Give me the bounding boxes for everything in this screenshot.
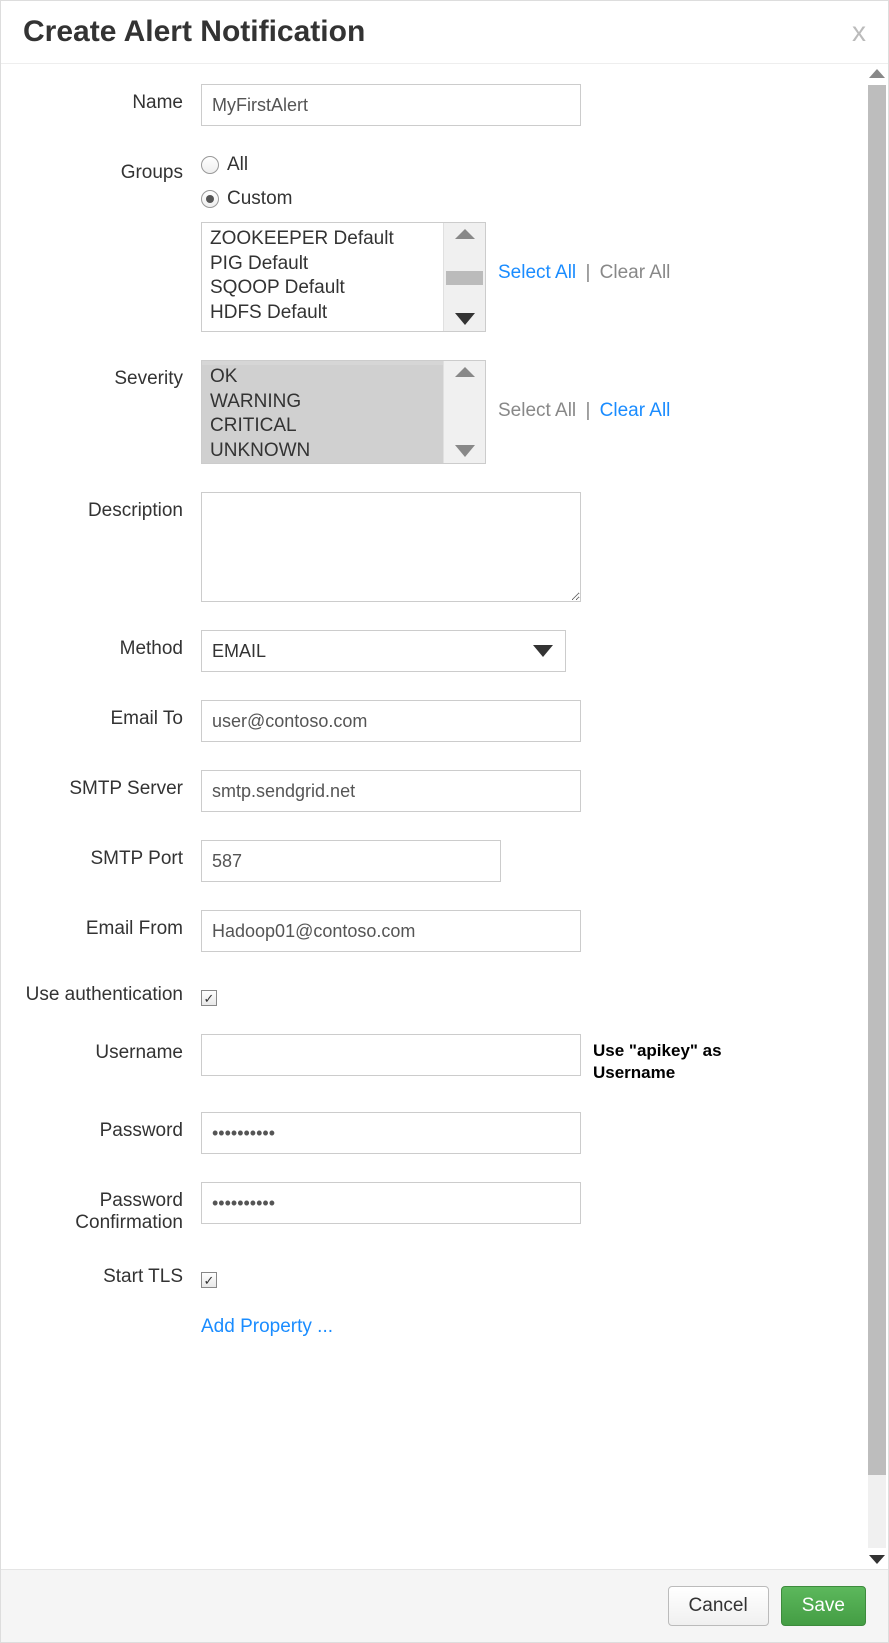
severity-clear-all-link[interactable]: Clear All bbox=[600, 400, 671, 421]
row-use-auth: Use authentication bbox=[11, 980, 848, 1006]
email-from-input[interactable] bbox=[201, 910, 581, 952]
label-smtp-server: SMTP Server bbox=[11, 770, 201, 800]
label-password-confirm: Password Confirmation bbox=[11, 1182, 201, 1234]
scroll-track[interactable] bbox=[868, 85, 886, 1548]
label-description: Description bbox=[11, 492, 201, 522]
row-smtp-server: SMTP Server bbox=[11, 770, 848, 812]
label-use-auth: Use authentication bbox=[11, 980, 201, 1006]
list-item[interactable]: HDFS Default bbox=[210, 301, 435, 326]
password-input[interactable] bbox=[201, 1112, 581, 1154]
radio-all-label: All bbox=[227, 154, 248, 176]
list-item[interactable]: SQOOP Default bbox=[210, 276, 435, 301]
dialog-footer: Cancel Save bbox=[1, 1569, 888, 1642]
method-select[interactable]: EMAIL bbox=[201, 630, 566, 672]
label-password: Password bbox=[11, 1112, 201, 1142]
label-username: Username bbox=[11, 1034, 201, 1064]
groups-scrollbar[interactable] bbox=[443, 223, 485, 331]
row-smtp-port: SMTP Port bbox=[11, 840, 848, 882]
row-password: Password bbox=[11, 1112, 848, 1154]
list-item[interactable]: UNKNOWN bbox=[202, 439, 443, 463]
label-severity: Severity bbox=[11, 360, 201, 390]
severity-listbox[interactable]: OK WARNING CRITICAL UNKNOWN bbox=[201, 360, 486, 464]
email-to-input[interactable] bbox=[201, 700, 581, 742]
label-method: Method bbox=[11, 630, 201, 660]
username-hint: Use "apikey" as Username bbox=[593, 1034, 773, 1084]
row-name: Name bbox=[11, 84, 848, 126]
groups-clear-all-link[interactable]: Clear All bbox=[600, 262, 671, 283]
list-item[interactable]: WARNING bbox=[202, 390, 443, 415]
label-groups: Groups bbox=[11, 154, 201, 184]
dialog-header: Create Alert Notification x bbox=[1, 1, 888, 64]
severity-select-all-link[interactable]: Select All bbox=[498, 400, 576, 421]
groups-bulk-links: Select All | Clear All bbox=[498, 222, 670, 284]
chevron-up-icon[interactable] bbox=[455, 229, 475, 239]
dialog-body-wrap: Name Groups All Custom bbox=[1, 64, 888, 1569]
groups-radio-all[interactable]: All bbox=[201, 154, 248, 176]
row-groups: Groups All Custom ZOOKEEPER Default bbox=[11, 154, 848, 332]
username-input[interactable] bbox=[201, 1034, 581, 1076]
severity-bulk-links: Select All | Clear All bbox=[498, 360, 670, 422]
label-email-to: Email To bbox=[11, 700, 201, 730]
row-email-from: Email From bbox=[11, 910, 848, 952]
name-input[interactable] bbox=[201, 84, 581, 126]
save-button[interactable]: Save bbox=[781, 1586, 866, 1626]
severity-scrollbar[interactable] bbox=[443, 361, 485, 463]
radio-icon bbox=[201, 190, 219, 208]
chevron-down-icon[interactable] bbox=[455, 313, 475, 325]
label-smtp-port: SMTP Port bbox=[11, 840, 201, 870]
list-item[interactable]: PIG Default bbox=[210, 252, 435, 277]
method-value: EMAIL bbox=[212, 641, 266, 662]
chevron-down-icon[interactable] bbox=[455, 445, 475, 457]
chevron-down-icon[interactable] bbox=[869, 1555, 885, 1564]
scroll-thumb[interactable] bbox=[868, 85, 886, 1475]
list-item[interactable]: OK bbox=[202, 365, 443, 390]
row-description: Description bbox=[11, 492, 848, 602]
smtp-server-input[interactable] bbox=[201, 770, 581, 812]
chevron-down-icon bbox=[533, 645, 553, 657]
row-severity: Severity OK WARNING CRITICAL UNKNOWN bbox=[11, 360, 848, 464]
row-start-tls: Start TLS bbox=[11, 1262, 848, 1288]
label-name: Name bbox=[11, 84, 201, 114]
groups-listbox[interactable]: ZOOKEEPER Default PIG Default SQOOP Defa… bbox=[201, 222, 486, 332]
description-textarea[interactable] bbox=[201, 492, 581, 602]
list-item[interactable]: CRITICAL bbox=[202, 414, 443, 439]
password-confirm-input[interactable] bbox=[201, 1182, 581, 1224]
dialog-title: Create Alert Notification bbox=[23, 15, 365, 49]
row-method: Method EMAIL bbox=[11, 630, 848, 672]
row-username: Username Use "apikey" as Username bbox=[11, 1034, 848, 1084]
dialog-body: Name Groups All Custom bbox=[1, 64, 888, 1569]
dialog-scrollbar[interactable] bbox=[866, 64, 888, 1569]
start-tls-checkbox[interactable] bbox=[201, 1272, 217, 1288]
radio-icon bbox=[201, 156, 219, 174]
label-email-from: Email From bbox=[11, 910, 201, 940]
list-item[interactable]: ZOOKEEPER Default bbox=[210, 227, 435, 252]
use-auth-checkbox[interactable] bbox=[201, 990, 217, 1006]
row-email-to: Email To bbox=[11, 700, 848, 742]
row-add-property: Add Property ... bbox=[11, 1316, 848, 1338]
add-property-link[interactable]: Add Property ... bbox=[201, 1316, 333, 1338]
scroll-thumb[interactable] bbox=[446, 271, 483, 285]
close-icon[interactable]: x bbox=[852, 18, 866, 46]
radio-custom-label: Custom bbox=[227, 188, 292, 210]
row-password-confirm: Password Confirmation bbox=[11, 1182, 848, 1234]
create-alert-dialog: Create Alert Notification x Name Groups … bbox=[0, 0, 889, 1643]
smtp-port-input[interactable] bbox=[201, 840, 501, 882]
chevron-up-icon[interactable] bbox=[869, 69, 885, 78]
groups-select-all-link[interactable]: Select All bbox=[498, 262, 576, 283]
cancel-button[interactable]: Cancel bbox=[668, 1586, 769, 1626]
label-start-tls: Start TLS bbox=[11, 1262, 201, 1288]
chevron-up-icon[interactable] bbox=[455, 367, 475, 377]
groups-radio-custom[interactable]: Custom bbox=[201, 188, 292, 210]
